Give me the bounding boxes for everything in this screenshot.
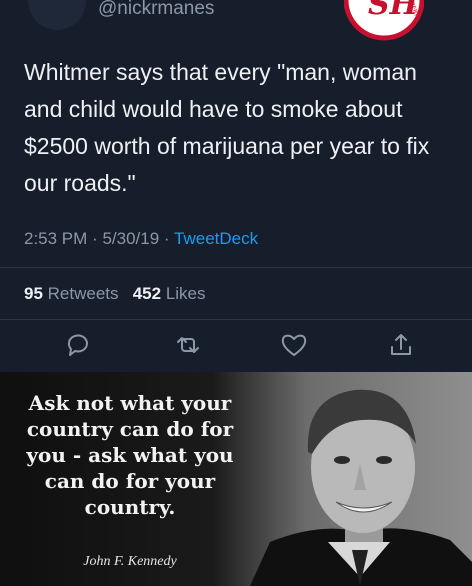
likes-count: 452 (132, 284, 162, 303)
tweet-card: @nickrmanes SH LIBERTY Whitmer says that… (0, 0, 472, 372)
meta-separator: · (92, 229, 98, 248)
tweet-time: 2:53 PM (24, 229, 88, 248)
liberty-logo-icon: SH LIBERTY (344, 0, 424, 41)
tweet-meta: 2:53 PM · 5/30/19 · TweetDeck (24, 229, 258, 249)
avatar[interactable] (28, 0, 86, 30)
divider (0, 267, 472, 268)
divider (0, 319, 472, 320)
tweet-text: Whitmer says that every "man, woman and … (24, 59, 430, 196)
quote-author: John F. Kennedy (83, 554, 177, 569)
share-icon[interactable] (386, 330, 416, 360)
tweet-date: 5/30/19 (102, 229, 160, 248)
like-icon[interactable] (279, 330, 309, 360)
likes-label: Likes (165, 284, 206, 303)
kennedy-portrait (250, 389, 472, 586)
meme-image: Ask not what your country can do for you… (0, 372, 472, 586)
tweet-actions (0, 330, 472, 364)
retweets-count: 95 (24, 284, 43, 303)
retweets-label: Retweets (47, 284, 119, 303)
tweet-stats: 95 Retweets 452 Likes (24, 284, 206, 304)
meta-separator: · (163, 229, 170, 248)
user-handle[interactable]: @nickrmanes (98, 0, 214, 20)
reply-icon[interactable] (63, 330, 93, 360)
tweet-source-link[interactable]: TweetDeck (174, 229, 258, 248)
retweet-icon[interactable] (173, 330, 203, 360)
retweets-stat[interactable]: 95 Retweets (24, 284, 119, 303)
likes-stat[interactable]: 452 Likes (133, 284, 206, 303)
quote-text: Ask not what your country can do for you… (26, 391, 234, 519)
